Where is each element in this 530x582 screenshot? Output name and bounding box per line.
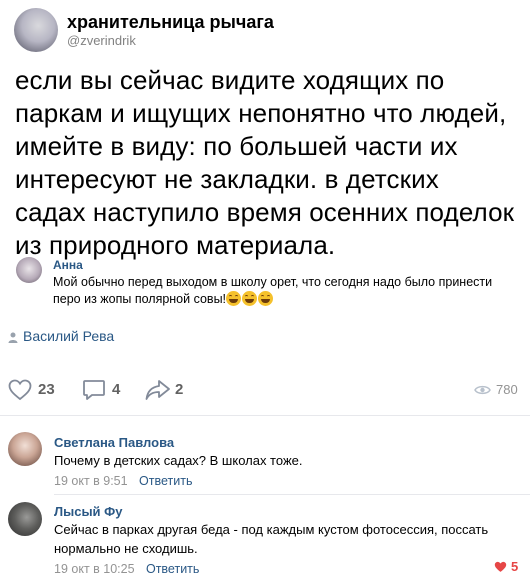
quote-text-line-1: Мой обычно перед выходом в школу орет, ч… (53, 275, 493, 289)
heart-icon (8, 379, 32, 401)
quote-text: Мой обычно перед выходом в школу орет, ч… (53, 274, 493, 308)
comment-meta: 19 окт в 9:51 Ответить (54, 472, 254, 488)
signer-icon (8, 331, 18, 343)
reply-button[interactable]: Ответить (146, 562, 199, 576)
author-name[interactable]: хранительница рычага (67, 12, 274, 33)
comment-text-line-2: нормально не сходишь. (54, 541, 198, 556)
like-count: 23 (38, 381, 55, 398)
reply-button[interactable]: Ответить (139, 474, 192, 488)
post-text: если вы сейчас видите ходящих по паркам … (15, 65, 515, 260)
comment-author-name[interactable]: Светлана Павлова (54, 435, 174, 450)
comment-like-count: 5 (511, 559, 519, 574)
laughing-emoji-icon (226, 291, 242, 306)
laughing-emoji-icon (258, 291, 274, 306)
like-button[interactable]: 23 (8, 378, 60, 402)
quote-text-line-2-text: перо из жопы полярной совы! (53, 292, 227, 306)
author-avatar[interactable] (14, 8, 58, 52)
quote-author-name: Анна (53, 258, 83, 272)
author-handle[interactable]: @zverindrik (67, 33, 136, 48)
heart-filled-icon (494, 561, 507, 572)
comment-date[interactable]: 19 окт в 10:25 (54, 562, 135, 576)
comment-avatar[interactable] (8, 432, 42, 466)
comment-icon (83, 380, 105, 400)
quote-text-line-2: перо из жопы полярной совы! (53, 291, 493, 308)
comment-text-line-1: Сейчас в парках другая беда - под каждым… (54, 522, 489, 537)
views-counter: 780 (474, 381, 524, 399)
share-count: 2 (175, 381, 184, 398)
comment-avatar[interactable] (8, 502, 42, 536)
laughing-emoji-icon (242, 291, 258, 306)
comment-divider (54, 494, 530, 495)
actions-divider (0, 415, 530, 416)
comment-text: Почему в детских садах? В школах тоже. (54, 453, 303, 468)
signer-name[interactable]: Василий Рева (23, 328, 114, 344)
comment-count: 4 (112, 381, 121, 398)
eye-icon (474, 385, 491, 395)
comment-meta: 19 окт в 10:25 Ответить (54, 560, 274, 576)
comment-author-name[interactable]: Лысый Фу (54, 504, 123, 519)
views-count: 780 (496, 382, 518, 397)
quote-avatar (16, 257, 42, 283)
comment-button[interactable]: 4 (82, 378, 128, 402)
share-button[interactable]: 2 (145, 378, 191, 402)
comment-date[interactable]: 19 окт в 9:51 (54, 474, 128, 488)
comment-text: Сейчас в парках другая беда - под каждым… (54, 520, 514, 558)
comment-like-button[interactable]: 5 (494, 558, 524, 576)
share-arrow-icon (145, 380, 170, 400)
